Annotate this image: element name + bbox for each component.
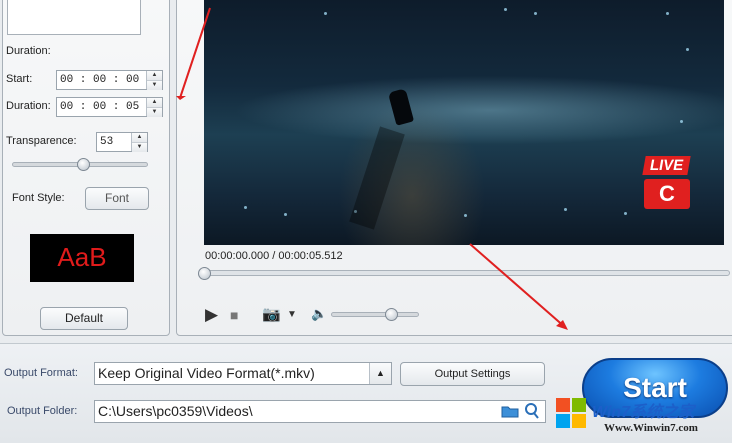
volume-slider[interactable]	[331, 312, 419, 317]
performer-shadow	[349, 126, 405, 230]
text-input-area[interactable]	[7, 0, 141, 35]
windows-logo-icon	[556, 398, 586, 428]
output-folder-label: Output Folder:	[7, 405, 78, 417]
duration-down-arrow-icon[interactable]: ▼	[147, 107, 162, 117]
snapshot-dropdown-icon[interactable]: ▼	[287, 309, 297, 320]
transparence-value[interactable]: 53	[97, 133, 131, 151]
watermark-url-text: Www.Winwin7.com	[604, 422, 698, 434]
font-preview: AaB	[30, 234, 134, 282]
transparence-label: Transparence:	[6, 135, 77, 147]
output-format-label: Output Format:	[4, 367, 78, 379]
transparence-down-arrow-icon[interactable]: ▼	[132, 142, 147, 152]
search-icon[interactable]	[524, 402, 540, 420]
live-badge: LIVE	[642, 156, 692, 175]
video-preview: LIVE C	[204, 0, 724, 245]
performer-figure	[387, 88, 415, 126]
duration-up-arrow-icon[interactable]: ▲	[147, 98, 162, 107]
stop-icon[interactable]: ■	[230, 307, 238, 323]
watermark-site-text: Win7系统之家	[592, 404, 695, 421]
transparence-spinner[interactable]: 53 ▲ ▼	[96, 132, 148, 152]
start-time-spinner[interactable]: 00 : 00 : 00 . 000 ▲ ▼	[56, 70, 163, 90]
default-button[interactable]: Default	[40, 307, 128, 330]
start-label: Start:	[6, 73, 33, 85]
seek-bar-knob[interactable]	[198, 267, 211, 280]
seek-bar[interactable]	[200, 270, 730, 276]
time-readout: 00:00:00.000 / 00:00:05.512	[205, 250, 343, 262]
volume-icon[interactable]: 🔈	[311, 306, 327, 322]
start-up-arrow-icon[interactable]: ▲	[147, 71, 162, 80]
font-style-label: Font Style:	[12, 192, 65, 204]
start-time-value[interactable]: 00 : 00 : 00 . 000	[57, 71, 146, 89]
start-down-arrow-icon[interactable]: ▼	[147, 80, 162, 90]
folder-icon[interactable]	[501, 404, 519, 418]
format-dropdown-arrow-icon[interactable]: ▲	[369, 363, 391, 384]
output-settings-button[interactable]: Output Settings	[400, 362, 545, 386]
channel-badge: C	[644, 179, 690, 209]
play-icon[interactable]: ▶	[205, 305, 218, 325]
output-folder-value: C:\Users\pc0359\Videos\	[98, 403, 253, 419]
volume-slider-knob[interactable]	[385, 308, 398, 321]
output-folder-field[interactable]: C:\Users\pc0359\Videos\	[94, 400, 546, 423]
duration-value[interactable]: 00 : 00 : 05 . 512	[57, 98, 146, 116]
transparence-up-arrow-icon[interactable]: ▲	[132, 133, 147, 142]
output-format-select[interactable]: Keep Original Video Format(*.mkv)	[94, 362, 392, 385]
watermark-logo: Win7系统之家 Www.Winwin7.com	[552, 392, 732, 443]
duration-header: Duration:	[6, 45, 51, 57]
font-button[interactable]: Font	[85, 187, 149, 210]
duration-label: Duration:	[6, 100, 51, 112]
camera-icon[interactable]: 📷	[262, 305, 281, 323]
broadcast-logo: LIVE C	[642, 156, 692, 209]
output-format-value: Keep Original Video Format(*.mkv)	[98, 365, 315, 381]
duration-spinner[interactable]: 00 : 00 : 05 . 512 ▲ ▼	[56, 97, 163, 117]
